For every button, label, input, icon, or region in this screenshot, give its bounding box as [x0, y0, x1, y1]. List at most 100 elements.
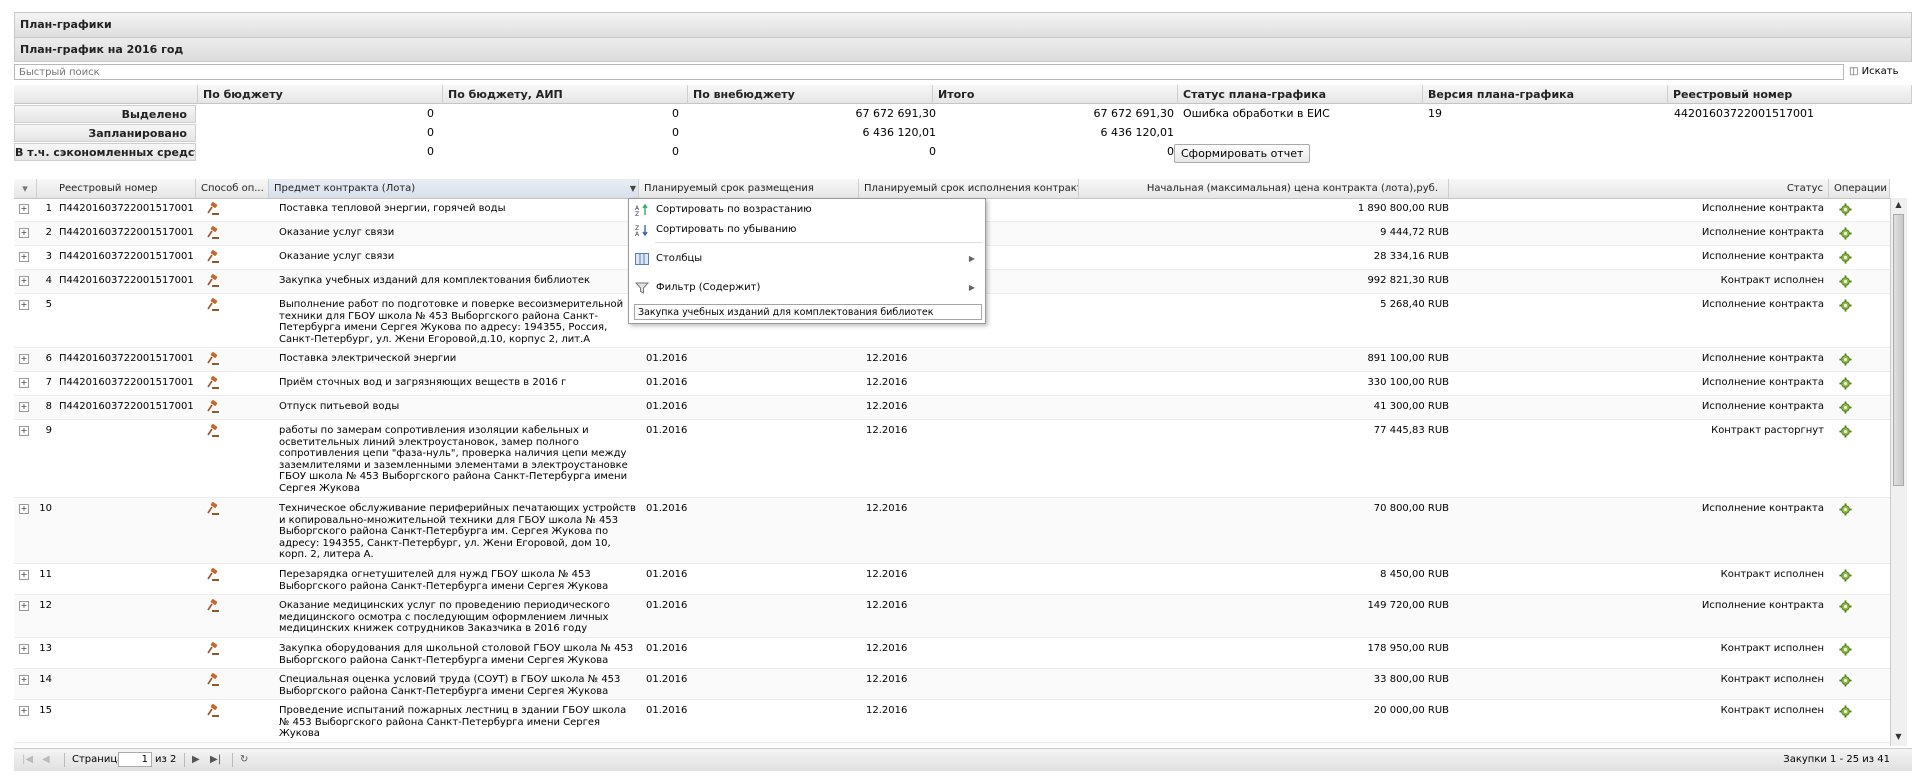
operations-gear-icon[interactable] [1839, 377, 1852, 390]
row-execution-date: 12.2016 [866, 353, 908, 364]
row-execution-date: 12.2016 [866, 705, 908, 716]
last-page-icon[interactable]: ▶| [210, 749, 221, 771]
table-row[interactable]: +15 Проведение испытаний пожарных лестниц… [14, 700, 1890, 743]
scroll-down-icon[interactable]: ▼ [1893, 732, 1904, 742]
expand-row-icon[interactable]: + [19, 228, 29, 238]
auction-method-icon [207, 400, 219, 413]
expand-row-icon[interactable]: + [19, 504, 29, 514]
operations-gear-icon[interactable] [1839, 569, 1852, 582]
auction-method-icon [207, 250, 219, 263]
expand-row-icon[interactable]: + [19, 378, 29, 388]
auction-method-icon [207, 376, 219, 389]
expand-row-icon[interactable]: + [19, 426, 29, 436]
operations-gear-icon[interactable] [1839, 425, 1852, 438]
expand-row-icon[interactable]: + [19, 675, 29, 685]
operations-gear-icon[interactable] [1839, 674, 1852, 687]
menu-sort-asc[interactable]: AZ Сортировать по возрастанию [629, 199, 983, 221]
table-row[interactable]: +9 работы по замерам сопротивления изоляц… [14, 420, 1890, 498]
operations-gear-icon[interactable] [1839, 275, 1852, 288]
row-price: 9 444,72 RUB [1380, 227, 1449, 238]
row-price: 33 800,00 RUB [1373, 674, 1449, 685]
table-row[interactable]: +7 П442016037220015170​01... Приём сточных… [14, 372, 1890, 396]
row-number: 11 [39, 569, 52, 580]
operations-gear-icon[interactable] [1839, 643, 1852, 656]
table-row[interactable]: +8 П442016037220015170​01... Отпуск питьев… [14, 396, 1890, 420]
row-price: 178 950,00 RUB [1367, 643, 1449, 654]
row-registry-number [59, 564, 194, 569]
column-header-price[interactable]: Начальная (максимальная) цена контракта … [1079, 179, 1449, 198]
expand-row-icon[interactable]: + [19, 644, 29, 654]
table-row[interactable]: +11 Перезарядка огнетушителей для нужд ГБ… [14, 564, 1890, 595]
operations-gear-icon[interactable] [1839, 203, 1852, 216]
row-status: Исполнение контракта [1701, 401, 1824, 412]
column-header-execution[interactable]: Планируемый срок исполнения контракта [859, 179, 1079, 198]
expand-row-icon[interactable]: + [19, 354, 29, 364]
operations-gear-icon[interactable] [1839, 299, 1852, 312]
table-row[interactable]: +14 Специальная оценка условий труда (СОУ… [14, 669, 1890, 700]
operations-gear-icon[interactable] [1839, 401, 1852, 414]
column-header-subject[interactable]: Предмет контракта (Лота) ▼ [269, 179, 639, 198]
submenu-arrow-icon: ▶ [968, 283, 975, 292]
row-number: 12 [39, 600, 52, 611]
prev-page-icon[interactable]: ◀ [42, 749, 50, 771]
operations-gear-icon[interactable] [1839, 227, 1852, 240]
filter-clear-icon[interactable]: ▾ [14, 179, 37, 198]
first-page-icon[interactable]: |◀ [22, 749, 33, 771]
auction-method-icon [207, 704, 219, 717]
column-header-method[interactable]: Способ оп... [196, 179, 269, 198]
operations-gear-icon[interactable] [1839, 353, 1852, 366]
next-page-icon[interactable]: ▶ [192, 749, 200, 771]
row-subject: Оказание услуг связи [279, 227, 395, 238]
search-input[interactable] [14, 64, 1844, 80]
row-registry-number [59, 498, 194, 503]
table-row[interactable]: +12 Оказание медицинских услуг по проведе… [14, 595, 1890, 638]
scroll-thumb[interactable] [1893, 214, 1904, 486]
table-row[interactable]: +6 П442016037220015170​01... Поставка элек… [14, 348, 1890, 372]
row-price: 891 100,00 RUB [1367, 353, 1449, 364]
pager-toolbar: |◀ ◀ Страница из 2 ▶ ▶| ↻ Закупки 1 - 25… [14, 748, 1912, 771]
expand-row-icon[interactable]: + [19, 706, 29, 716]
expand-row-icon[interactable]: + [19, 601, 29, 611]
column-header-placement[interactable]: Планируемый срок размещения [639, 179, 859, 198]
row-status: Исполнение контракта [1701, 299, 1824, 310]
menu-columns[interactable]: Столбцы ▶ [629, 248, 983, 270]
summary-header: По бюджету [198, 85, 443, 104]
pager-separator [232, 753, 233, 767]
filter-value-input[interactable] [634, 304, 982, 320]
menu-sort-desc[interactable]: ZA Сортировать по убыванию [629, 219, 983, 241]
scroll-up-icon[interactable]: ▲ [1893, 200, 1904, 210]
operations-gear-icon[interactable] [1839, 600, 1852, 613]
operations-gear-icon[interactable] [1839, 251, 1852, 264]
expand-row-icon[interactable]: + [19, 402, 29, 412]
expand-row-icon[interactable]: + [19, 204, 29, 214]
search-button[interactable]: ◫ Искать [1849, 64, 1899, 80]
summary-value: 67 672 691,30 [1093, 107, 1174, 120]
column-header-reg[interactable]: Реестровый номер [54, 179, 196, 198]
menu-filter[interactable]: Фильтр (Содержит) ▶ [629, 277, 983, 299]
refresh-icon[interactable]: ↻ [240, 749, 248, 771]
row-number: 2 [45, 227, 52, 238]
auction-method-icon [207, 424, 219, 437]
row-registry-number: П442016037220015170​01... [59, 377, 194, 388]
row-registry-number [59, 420, 194, 425]
expand-row-icon[interactable]: + [19, 300, 29, 310]
table-row[interactable]: +16Закупка огнетушителей для нужд ГБОУ ш… [14, 743, 1890, 746]
generate-report-button[interactable]: Сформировать отчет [1174, 144, 1311, 163]
row-registry-number [59, 743, 194, 746]
column-header-status[interactable]: Статус [1449, 179, 1829, 198]
operations-gear-icon[interactable] [1839, 705, 1852, 718]
summary-value: 6 436 120,01 [1100, 126, 1174, 139]
expand-row-icon[interactable]: + [19, 252, 29, 262]
page-count-label: из 2 [155, 754, 177, 765]
operations-gear-icon[interactable] [1839, 503, 1852, 516]
summary-value: 0 [672, 126, 679, 139]
page-number-input[interactable] [118, 752, 152, 767]
table-row[interactable]: +13 Закупка оборудования для школьной сто… [14, 638, 1890, 669]
vertical-scrollbar[interactable]: ▲ ▼ [1890, 198, 1907, 746]
column-menu-trigger-icon[interactable]: ▼ [630, 179, 636, 198]
row-placement-date: 01.2016 [646, 569, 688, 580]
table-row[interactable]: +10 Техническое обслуживание периферийных… [14, 498, 1890, 564]
column-header-ops[interactable]: Операции [1829, 179, 1890, 198]
expand-row-icon[interactable]: + [19, 276, 29, 286]
expand-row-icon[interactable]: + [19, 570, 29, 580]
